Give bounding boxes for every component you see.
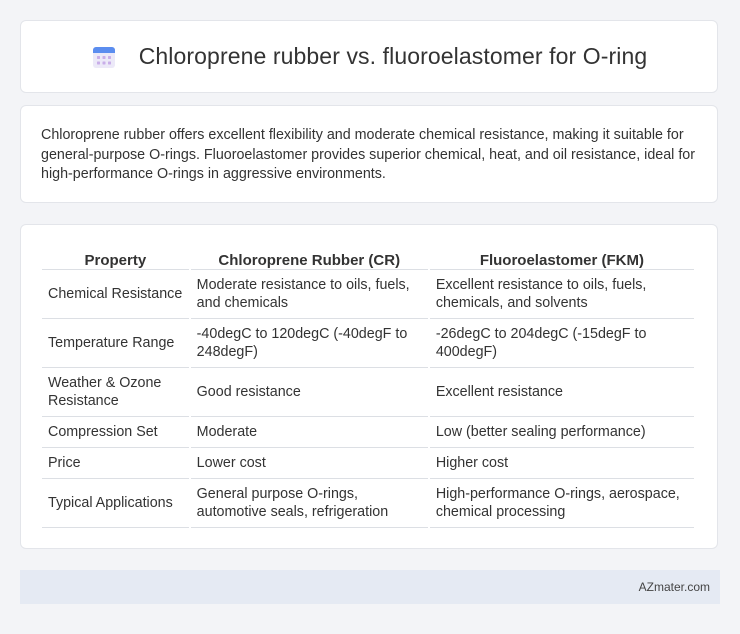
title-card: Chloroprene rubber vs. fluoroelastomer f…	[20, 20, 718, 93]
property-cell: Typical Applications	[42, 479, 189, 528]
chloroprene-cell: Moderate resistance to oils, fuels, and …	[190, 270, 428, 319]
fluoroelastomer-cell: Higher cost	[429, 448, 694, 479]
property-cell: Price	[42, 448, 189, 479]
property-cell: Weather & Ozone Resistance	[42, 368, 189, 417]
fluoroelastomer-cell: Low (better sealing performance)	[429, 417, 694, 448]
table-row: Price Lower cost Higher cost	[42, 448, 694, 479]
fluoroelastomer-cell: Excellent resistance to oils, fuels, che…	[429, 270, 694, 319]
column-header-fluoroelastomer: Fluoroelastomer (FKM)	[429, 245, 694, 270]
comparison-card: Property Chloroprene Rubber (CR) Fluoroe…	[20, 224, 718, 549]
footer: AZmater.com	[20, 570, 720, 604]
fluoroelastomer-cell: Excellent resistance	[429, 368, 694, 417]
fluoroelastomer-cell: -26degC to 204degC (-15degF to 400degF)	[429, 319, 694, 368]
table-header-row: Property Chloroprene Rubber (CR) Fluoroe…	[42, 245, 694, 270]
chloroprene-cell: -40degC to 120degC (-40degF to 248degF)	[190, 319, 428, 368]
table-row: Chemical Resistance Moderate resistance …	[42, 270, 694, 319]
footer-site-name: AZmater.com	[638, 580, 710, 594]
column-header-chloroprene: Chloroprene Rubber (CR)	[190, 245, 428, 270]
property-cell: Compression Set	[42, 417, 189, 448]
table-row: Compression Set Moderate Low (better sea…	[42, 417, 694, 448]
chloroprene-cell: Good resistance	[190, 368, 428, 417]
chloroprene-cell: General purpose O-rings, automotive seal…	[190, 479, 428, 528]
comparison-table: Property Chloroprene Rubber (CR) Fluoroe…	[40, 245, 696, 528]
summary-text: Chloroprene rubber offers excellent flex…	[41, 127, 696, 182]
property-cell: Temperature Range	[42, 319, 189, 368]
table-row: Weather & Ozone Resistance Good resistan…	[42, 368, 694, 417]
table-row: Typical Applications General purpose O-r…	[42, 479, 694, 528]
calendar-grid-icon	[92, 46, 115, 68]
chloroprene-cell: Lower cost	[190, 448, 428, 479]
page-title: Chloroprene rubber vs. fluoroelastomer f…	[138, 43, 648, 69]
summary-card: Chloroprene rubber offers excellent flex…	[20, 105, 718, 203]
fluoroelastomer-cell: High-performance O-rings, aerospace, che…	[429, 479, 694, 528]
property-cell: Chemical Resistance	[42, 270, 189, 319]
table-row: Temperature Range -40degC to 120degC (-4…	[42, 319, 694, 368]
column-header-property: Property	[42, 245, 189, 270]
chloroprene-cell: Moderate	[190, 417, 428, 448]
